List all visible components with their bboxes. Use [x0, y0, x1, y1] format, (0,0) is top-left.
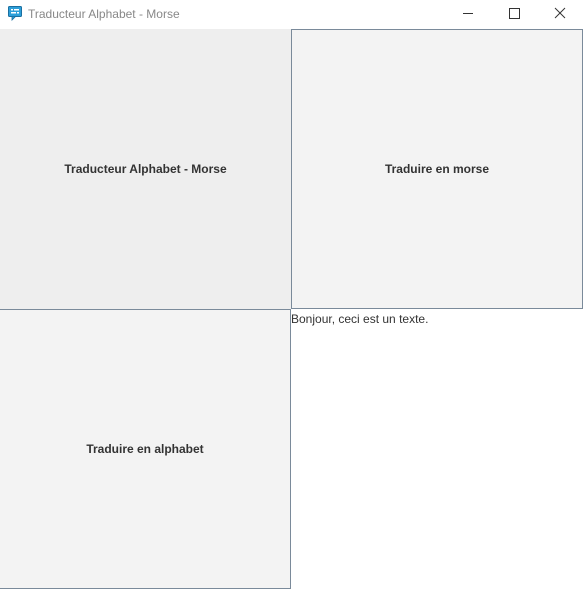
app-window: Traducteur Alphabet - Morse Traducteur A… [0, 0, 583, 589]
close-icon [554, 7, 566, 19]
translate-to-alphabet-button[interactable]: Traduire en alphabet [0, 309, 291, 589]
morse-app-icon [8, 6, 22, 21]
close-button[interactable] [537, 0, 583, 29]
title-bar[interactable]: Traducteur Alphabet - Morse [0, 0, 583, 29]
window-title: Traducteur Alphabet - Morse [28, 7, 180, 21]
translate-to-morse-button[interactable]: Traduire en morse [291, 29, 583, 309]
minimize-button[interactable] [445, 0, 491, 29]
text-output[interactable]: Bonjour, ceci est un texte. [291, 309, 583, 589]
minimize-icon [463, 13, 473, 14]
maximize-button[interactable] [491, 0, 537, 29]
app-header-label: Traducteur Alphabet - Morse [0, 29, 291, 309]
content-pane: Traducteur Alphabet - Morse Traduire en … [0, 29, 583, 589]
maximize-icon [509, 8, 520, 19]
